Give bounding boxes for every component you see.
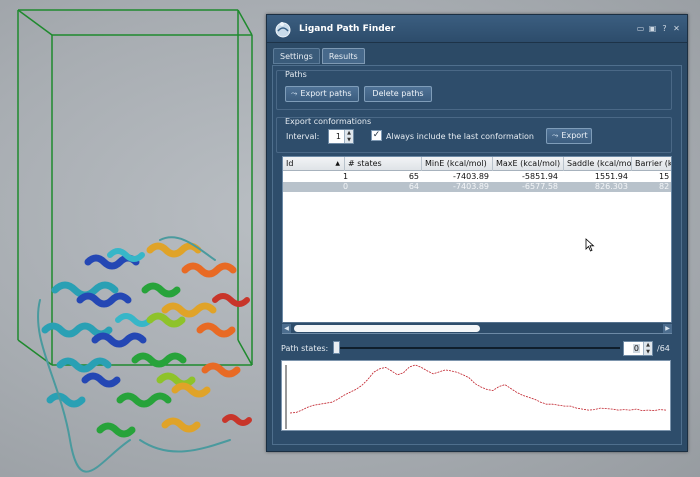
table-horizontal-scrollbar[interactable]: ◀ ▶ — [282, 322, 672, 333]
interval-spin-arrows[interactable]: ▲ ▼ — [344, 130, 353, 143]
always-include-label: Always include the last conformation — [386, 132, 534, 141]
energy-profile-plot — [281, 360, 671, 431]
path-states-label: Path states: — [281, 344, 329, 353]
paths-table[interactable]: Id ▲ # states MinE (kcal/mol) MaxE (kcal… — [282, 156, 672, 334]
tab-results[interactable]: Results — [321, 48, 365, 64]
export-conformations-button[interactable]: ⤳ Export — [546, 128, 592, 144]
always-include-checkbox[interactable]: ✓ — [371, 130, 382, 141]
cell-states: 64 — [408, 182, 419, 191]
cell-saddle: 826.303 — [594, 182, 628, 191]
col-maxe[interactable]: MaxE (kcal/mol) — [493, 157, 564, 171]
lock-icon[interactable]: ▣ — [648, 24, 657, 33]
cell-barrier: 82 — [659, 182, 670, 191]
col-mine[interactable]: MinE (kcal/mol) — [422, 157, 493, 171]
cell-maxe: -5851.94 — [522, 172, 558, 181]
energy-line — [289, 364, 667, 414]
cell-barrier: 15 — [659, 172, 670, 181]
cell-states: 65 — [408, 172, 419, 181]
export-conformations-label: Export — [561, 131, 588, 140]
window-title: Ligand Path Finder — [299, 23, 396, 34]
export-paths-label: Export paths — [300, 89, 352, 98]
col-id[interactable]: Id ▲ — [283, 157, 345, 171]
paths-group-title: Paths — [285, 70, 307, 79]
path-state-spin-arrows[interactable]: ▲ ▼ — [643, 342, 652, 355]
cell-saddle: 1551.94 — [594, 172, 628, 181]
table-header: Id ▲ # states MinE (kcal/mol) MaxE (kcal… — [283, 157, 671, 171]
window-titlebar[interactable]: Ligand Path Finder ▭ ▣ ? ✕ — [267, 15, 687, 43]
col-id-label: Id — [286, 159, 294, 168]
path-state-spinbox[interactable]: 0 ▲ ▼ — [623, 341, 653, 356]
table-row[interactable]: 1 65 -7403.89 -5851.94 1551.94 15 — [283, 172, 671, 182]
help-icon[interactable]: ? — [660, 24, 669, 33]
close-icon[interactable]: ✕ — [672, 24, 681, 33]
path-states-slider-handle[interactable] — [333, 341, 340, 354]
col-states[interactable]: # states — [345, 157, 422, 171]
app-logo-icon — [273, 19, 293, 39]
bounding-box — [17, 9, 253, 366]
col-saddle[interactable]: Saddle (kcal/mo — [564, 157, 632, 171]
scroll-right-icon[interactable]: ▶ — [663, 324, 672, 333]
path-state-total: /64 — [657, 344, 670, 353]
cell-mine: -7403.89 — [453, 182, 489, 191]
cell-mine: -7403.89 — [453, 172, 489, 181]
cell-maxe: -6577.58 — [522, 182, 558, 191]
path-states-slider-track[interactable] — [336, 347, 620, 349]
interval-label: Interval: — [286, 132, 320, 141]
cell-id: 1 — [343, 172, 349, 181]
energy-profile-chart — [285, 364, 667, 429]
mouse-cursor-icon — [585, 238, 595, 252]
protein-helices — [37, 236, 252, 473]
tab-settings[interactable]: Settings — [273, 48, 320, 64]
table-row[interactable]: 0 64 -7403.89 -6577.58 826.303 82 — [283, 182, 671, 192]
interval-value: 1 — [335, 132, 341, 141]
sort-ascending-icon: ▲ — [335, 160, 340, 167]
scroll-left-icon[interactable]: ◀ — [282, 324, 291, 333]
interval-spinbox[interactable]: 1 ▲ ▼ — [328, 129, 354, 144]
col-barrier[interactable]: Barrier (k — [632, 157, 671, 171]
delete-paths-label: Delete paths — [372, 89, 424, 98]
export-paths-icon: ⤳ — [291, 89, 298, 98]
export-conformations-title: Export conformations — [285, 117, 372, 126]
cell-id: 0 — [343, 182, 349, 191]
path-state-value: 0 — [632, 344, 640, 353]
delete-paths-button[interactable]: Delete paths — [364, 86, 432, 102]
minimize-icon[interactable]: ▭ — [636, 24, 645, 33]
tab-bar: Settings Results — [273, 48, 365, 64]
export-paths-button[interactable]: ⤳ Export paths — [285, 86, 359, 102]
scrollbar-thumb[interactable] — [294, 325, 480, 332]
export-icon: ⤳ — [552, 131, 559, 140]
